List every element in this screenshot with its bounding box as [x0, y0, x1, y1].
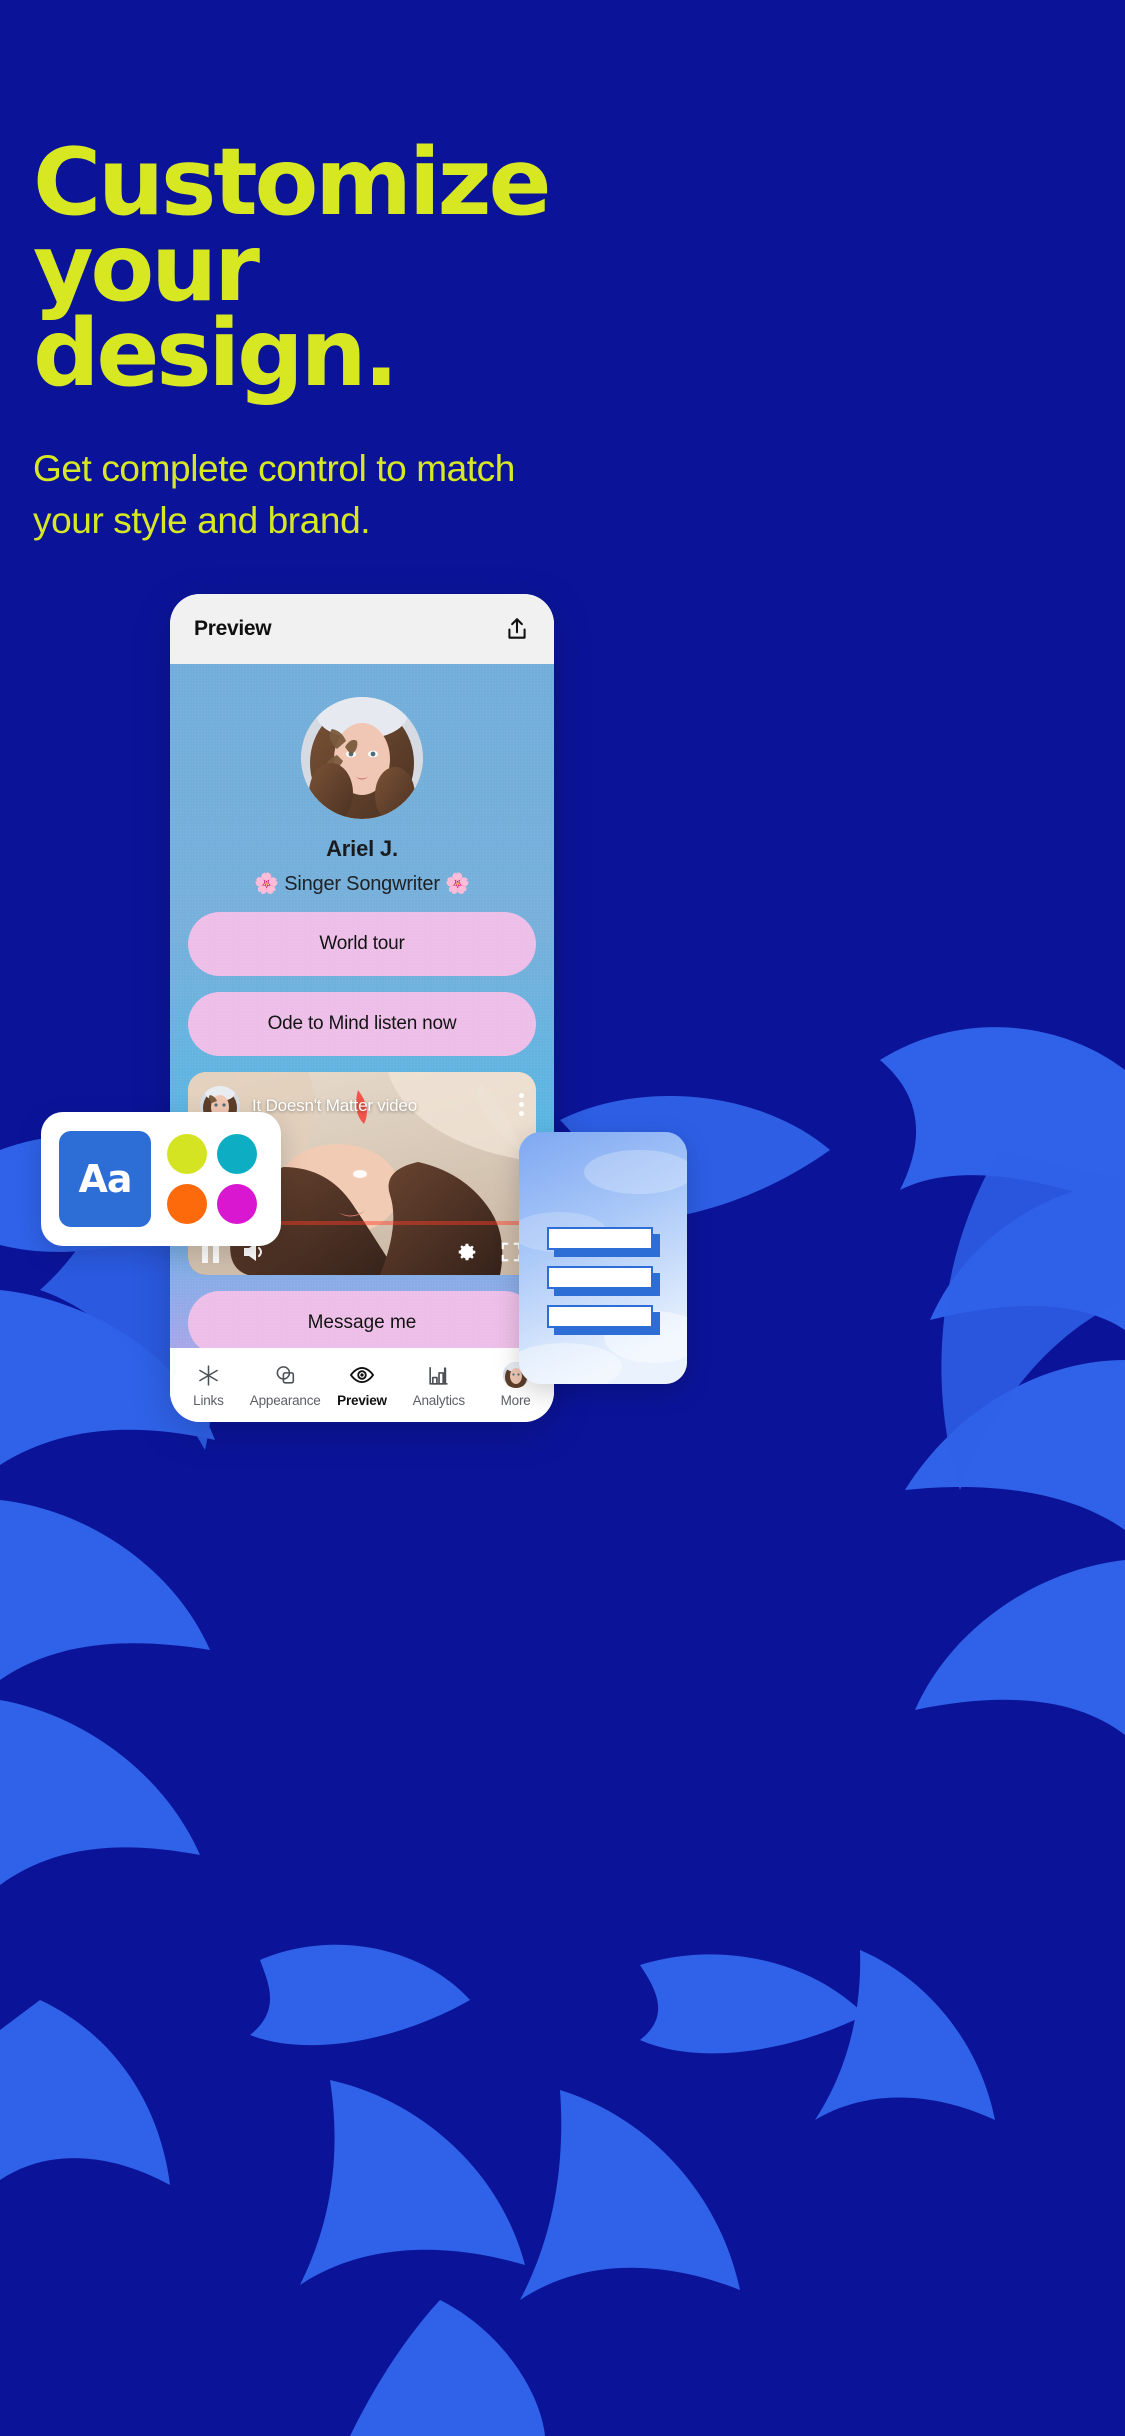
- nav-item-analytics[interactable]: Analytics: [400, 1362, 477, 1408]
- font-and-color-card[interactable]: Aa: [41, 1112, 281, 1246]
- link-label: Message me: [307, 1312, 417, 1333]
- profile-avatar: [301, 697, 423, 819]
- nav-item-links[interactable]: Links: [170, 1362, 247, 1408]
- nav-label: Analytics: [412, 1393, 465, 1408]
- color-swatch-grid: [167, 1134, 257, 1224]
- layout-bar[interactable]: [547, 1305, 653, 1328]
- nav-label: Links: [193, 1393, 224, 1408]
- asterisk-icon: [199, 1364, 218, 1386]
- font-sample-tile[interactable]: Aa: [59, 1131, 151, 1227]
- profile-preview: Ariel J. 🌸 Singer Songwriter 🌸 World tou…: [170, 664, 554, 1354]
- video-title: It Doesn't Matter video: [252, 1096, 417, 1115]
- settings-gear-icon[interactable]: [456, 1241, 478, 1263]
- link-label: World tour: [319, 933, 405, 954]
- nav-label: Preview: [337, 1393, 387, 1408]
- bar-chart-icon: [429, 1366, 448, 1385]
- layout-bar[interactable]: [547, 1227, 653, 1250]
- phone-mockup: Preview Ariel J. 🌸 Singer Songwriter 🌸 W…: [170, 594, 554, 1422]
- link-button-message-me[interactable]: Message me: [188, 1291, 536, 1354]
- page-title: Customize your design.: [33, 128, 552, 408]
- orange-swatch[interactable]: [167, 1184, 207, 1224]
- nav-label: Appearance: [249, 1393, 321, 1408]
- layout-bar[interactable]: [547, 1266, 653, 1289]
- link-button-world-tour[interactable]: World tour: [188, 912, 536, 976]
- font-sample-text: Aa: [78, 1157, 132, 1201]
- hero-section: Customize your design. Get complete cont…: [33, 128, 733, 548]
- profile-bio: 🌸 Singer Songwriter 🌸: [254, 873, 470, 895]
- shapes-icon: [276, 1365, 294, 1384]
- teal-swatch[interactable]: [217, 1134, 257, 1174]
- layout-bars: [547, 1227, 687, 1328]
- eye-icon: [349, 1367, 375, 1383]
- link-label: Ode to Mind listen now: [267, 1013, 457, 1034]
- nav-item-appearance[interactable]: Appearance: [247, 1362, 324, 1408]
- preview-header: Preview: [170, 594, 554, 664]
- layout-theme-card[interactable]: [519, 1132, 687, 1384]
- link-button-ode-to-mind[interactable]: Ode to Mind listen now: [188, 992, 536, 1056]
- nav-label: More: [500, 1393, 531, 1408]
- lime-swatch[interactable]: [167, 1134, 207, 1174]
- share-icon[interactable]: [504, 616, 530, 642]
- bottom-navigation: Links Appearance Preview Analytics More: [170, 1348, 554, 1422]
- profile-name: Ariel J.: [326, 836, 398, 861]
- page-subtitle: Get complete control to match your style…: [33, 447, 515, 542]
- nav-item-preview[interactable]: Preview: [324, 1362, 401, 1408]
- preview-title: Preview: [194, 617, 272, 640]
- kebab-menu-icon[interactable]: [519, 1092, 524, 1120]
- magenta-swatch[interactable]: [217, 1184, 257, 1224]
